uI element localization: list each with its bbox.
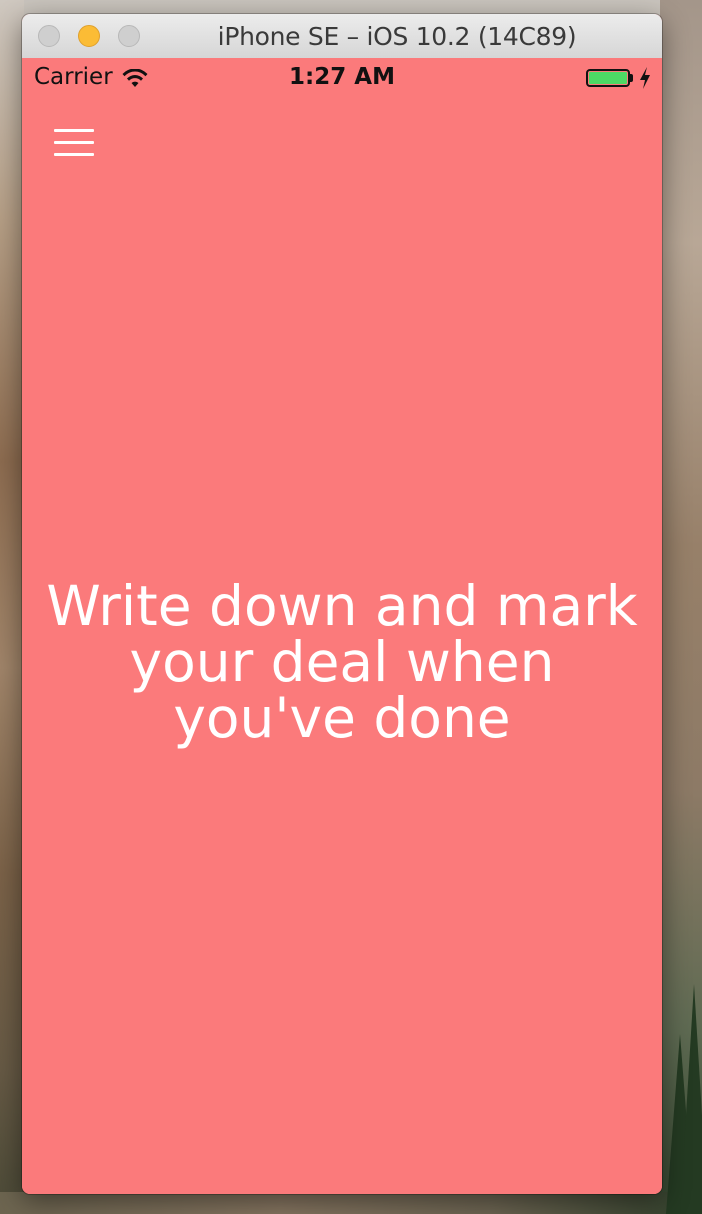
empty-state-message: Write down and mark your deal when you'v… [46,574,638,750]
status-time: 1:27 AM [289,64,395,90]
desktop-wallpaper-bottom [0,1192,702,1214]
battery-icon [586,69,630,87]
battery-terminal [630,74,633,82]
device-screen: Carrier 1:27 AM Write down and mark your… [22,58,662,1194]
window-close-button[interactable] [38,25,60,47]
hamburger-menu-icon[interactable] [52,126,96,160]
battery-level [589,72,627,84]
window-zoom-button[interactable] [118,25,140,47]
desktop-wallpaper-left [0,0,24,1214]
menu-line [54,141,94,144]
simulator-window: iPhone SE – iOS 10.2 (14C89) Carrier 1:2… [22,14,662,1194]
menu-line [54,129,94,132]
window-minimize-button[interactable] [78,25,100,47]
wallpaper-tree [680,984,702,1214]
window-title: iPhone SE – iOS 10.2 (14C89) [217,22,577,51]
menu-line [54,153,94,156]
status-bar: Carrier 1:27 AM [22,58,662,98]
window-titlebar[interactable]: iPhone SE – iOS 10.2 (14C89) [22,14,662,59]
charging-bolt-icon [640,67,650,89]
